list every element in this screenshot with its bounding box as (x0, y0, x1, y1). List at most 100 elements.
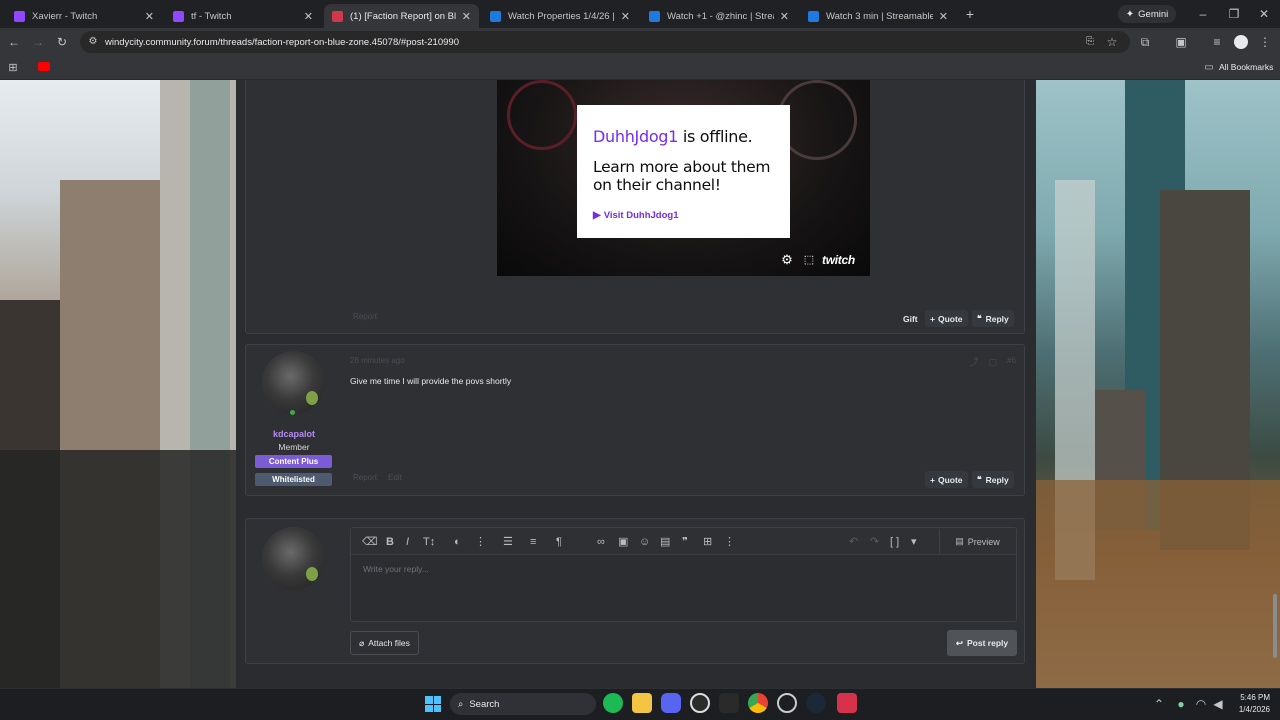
site-info-icon[interactable]: ⚙ (86, 34, 100, 50)
link-icon[interactable]: ∞ (597, 535, 605, 549)
post-reply-button[interactable]: ↩ Post reply (947, 630, 1017, 656)
emoji-icon[interactable]: ☺ (639, 535, 650, 549)
post2-quote-button[interactable]: + Quote (925, 471, 968, 488)
clear-format-icon[interactable]: ⌫ (362, 535, 378, 549)
text-size-icon[interactable]: T↕ (423, 535, 435, 549)
browser-tab[interactable]: Watch Properties 1/4/26 | Strea ✕ (482, 4, 638, 28)
cast-icon[interactable]: ⬚ (802, 252, 816, 268)
redo-icon[interactable]: ↷ (870, 535, 879, 549)
gemini-button[interactable]: ✦ Gemini (1118, 5, 1176, 23)
youtube-bookmark-icon[interactable] (38, 62, 50, 71)
paragraph-icon[interactable]: ¶ (556, 535, 562, 549)
italic-icon[interactable]: I (406, 535, 409, 549)
browser-tab[interactable]: Watch +1 - @zhinc | Streamabl ✕ (641, 4, 797, 28)
avatar-hand (306, 391, 318, 405)
spotify-icon[interactable] (603, 693, 623, 713)
restore-button[interactable]: ❐ (1226, 6, 1242, 22)
new-tab-button[interactable]: + (962, 6, 978, 22)
discord-icon[interactable] (661, 693, 681, 713)
post1-quote-button[interactable]: + Quote (925, 310, 968, 327)
reply-label: Reply (985, 474, 1009, 485)
username[interactable]: kdcapalot (250, 429, 338, 439)
microphone-icon[interactable]: ● (1175, 696, 1187, 712)
undo-icon[interactable]: ↶ (849, 535, 858, 549)
close-tab-icon[interactable]: ✕ (621, 10, 630, 23)
streamer-name[interactable]: DuhhJdog1 (593, 127, 678, 146)
start-button[interactable] (425, 696, 441, 712)
back-icon[interactable]: ← (6, 34, 22, 50)
bookmark-icon[interactable]: ▢ (987, 354, 999, 370)
post-time[interactable]: 28 minutes ago (350, 356, 405, 365)
preview-button[interactable]: ▤ Preview (939, 529, 1015, 554)
minimize-button[interactable]: – (1195, 6, 1211, 22)
bookmarks-bar (0, 56, 1280, 80)
bold-icon[interactable]: B (386, 535, 394, 549)
post1-reply-button[interactable]: ❝ Reply (972, 310, 1014, 327)
list-icon[interactable]: ☰ (503, 535, 513, 549)
align-icon[interactable]: ≡ (530, 535, 536, 549)
app-icon[interactable] (837, 693, 857, 713)
post2-reply-button[interactable]: ❝ Reply (972, 471, 1014, 488)
obs-icon[interactable] (690, 693, 710, 713)
share-icon[interactable]: ⤴ (968, 354, 980, 370)
settings-gear-icon[interactable]: ⚙ (780, 252, 794, 268)
reply-textarea[interactable]: Write your reply... (363, 564, 429, 574)
attach-files-button[interactable]: ⌀ Attach files (350, 631, 419, 655)
windows-logo-pane (433, 704, 441, 712)
browser-tab[interactable]: tf - Twitch ✕ (165, 4, 321, 28)
visit-channel-link[interactable]: ▶ Visit DuhhJdog1 (593, 210, 774, 221)
avatar[interactable] (262, 351, 325, 414)
install-app-icon[interactable]: ⎘ (1083, 34, 1097, 50)
sidebar-icon[interactable]: ▣ (1174, 34, 1188, 50)
wifi-icon[interactable]: ◠ (1195, 696, 1207, 712)
quote-icon[interactable]: ❞ (682, 535, 688, 549)
taskbar-search[interactable]: ⌕ Search (450, 693, 596, 715)
url-text[interactable]: windycity.community.forum/threads/factio… (105, 37, 459, 48)
more-options-icon[interactable]: ⋮ (724, 535, 735, 549)
browser-tab[interactable]: Xavierr - Twitch ✕ (6, 4, 162, 28)
tab-favicon-icon (14, 10, 25, 22)
plus-icon: + (930, 474, 935, 485)
extensions-icon[interactable]: ⧉ (1138, 34, 1152, 50)
media-icon[interactable]: ▤ (660, 535, 670, 549)
close-window-button[interactable]: ✕ (1256, 6, 1272, 22)
more-icon[interactable]: ⋮ (475, 535, 486, 549)
close-tab-icon[interactable]: ✕ (780, 10, 789, 23)
epic-games-icon[interactable] (719, 693, 739, 713)
menu-icon[interactable]: ⋮ (1258, 34, 1272, 50)
tray-chevron-icon[interactable]: ⌃ (1153, 696, 1165, 712)
volume-icon[interactable]: ◀ (1212, 696, 1224, 712)
browser-tab[interactable]: Watch 3 min | Streamable ✕ (800, 4, 956, 28)
file-explorer-icon[interactable] (632, 693, 652, 713)
steam-icon[interactable] (806, 693, 826, 713)
logitech-icon[interactable] (777, 693, 797, 713)
profile-avatar[interactable] (1234, 35, 1248, 49)
color-icon[interactable]: ◐ (454, 535, 461, 549)
post2-report-link[interactable]: Report (353, 473, 377, 482)
post1-report-link[interactable]: Report (353, 312, 377, 321)
gift-button[interactable]: Gift (898, 310, 923, 327)
table-icon[interactable]: ⊞ (703, 535, 712, 549)
close-tab-icon[interactable]: ✕ (462, 10, 471, 23)
close-tab-icon[interactable]: ✕ (304, 10, 313, 23)
clock-date[interactable]: 1/4/2026 (1228, 705, 1270, 714)
forward-icon[interactable]: → (30, 34, 46, 50)
drafts-icon[interactable]: ▾ (911, 535, 917, 549)
toggle-bbcode-icon[interactable]: [ ] (890, 535, 899, 549)
twitch-logo[interactable]: twitch (822, 253, 855, 267)
chrome-icon[interactable] (748, 693, 768, 713)
close-tab-icon[interactable]: ✕ (145, 10, 154, 23)
tab-title: Watch Properties 1/4/26 | Strea (508, 10, 615, 22)
apps-grid-icon[interactable]: ⊞ (6, 60, 20, 76)
all-bookmarks[interactable]: All Bookmarks (1219, 62, 1273, 72)
clock-time[interactable]: 5:46 PM (1232, 693, 1270, 702)
close-tab-icon[interactable]: ✕ (939, 10, 948, 23)
page-scrollbar-thumb[interactable] (1273, 594, 1277, 658)
browser-tab[interactable]: (1) [Faction Report] on Blue zon ✕ (324, 4, 479, 28)
image-icon[interactable]: ▣ (618, 535, 628, 549)
post-number[interactable]: #6 (1007, 356, 1016, 365)
reload-icon[interactable]: ↻ (54, 34, 70, 50)
bookmark-star-icon[interactable]: ☆ (1105, 34, 1119, 50)
reading-list-icon[interactable]: ≡ (1210, 34, 1224, 50)
post2-edit-link[interactable]: Edit (388, 473, 402, 482)
